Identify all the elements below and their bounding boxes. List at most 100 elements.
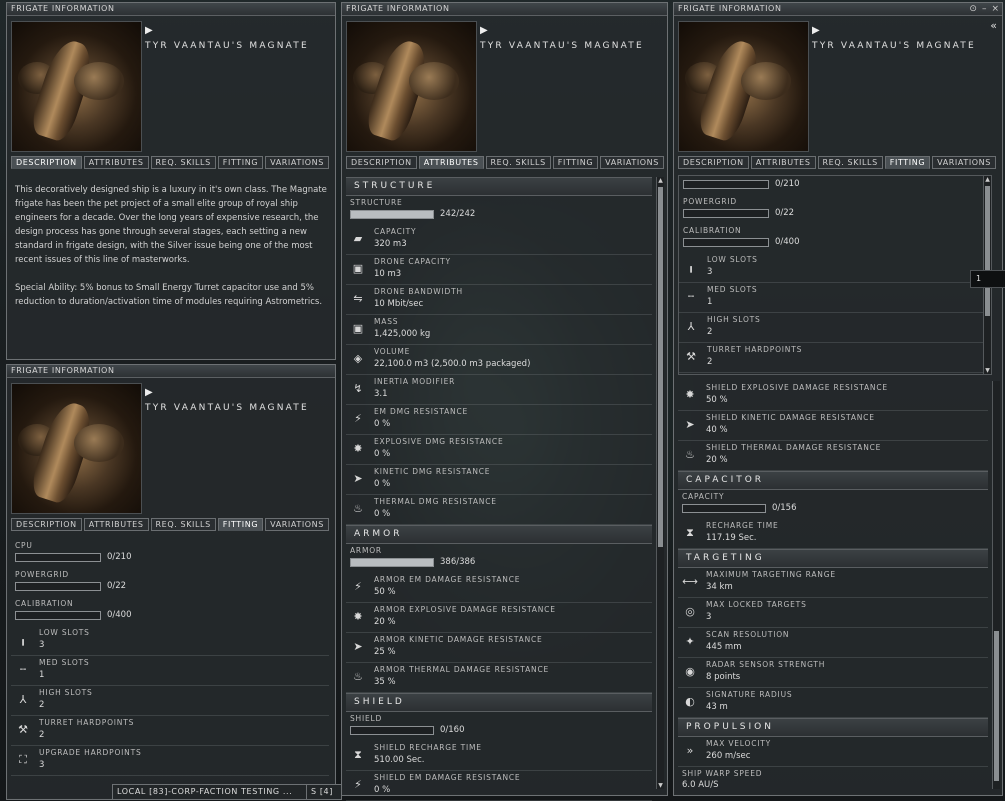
tab-bar: DESCRIPTION ATTRIBUTES REQ. SKILLS FITTI… (11, 518, 329, 531)
attribute-row[interactable]: ➤ KINETIC DMG RESISTANCE 0 % (346, 465, 652, 495)
attribute-row[interactable]: ⧗ SHIELD RECHARGE TIME 510.00 Sec. (346, 741, 652, 771)
attribute-row[interactable]: ✦ SCAN RESOLUTION 445 mm (678, 628, 988, 658)
window-title-bar[interactable]: FRIGATE INFORMATION (674, 3, 1002, 16)
description-paragraph-1: This decoratively designed ship is a lux… (15, 185, 330, 265)
ship-thumbnail[interactable] (678, 21, 809, 152)
tab-description[interactable]: DESCRIPTION (678, 156, 749, 169)
attribute-row[interactable]: ➤ ARMOR KINETIC DAMAGE RESISTANCE 25 % (346, 633, 652, 663)
attribute-row[interactable]: ✸ ARMOR EXPLOSIVE DAMAGE RESISTANCE 20 % (346, 603, 652, 633)
attribute-row[interactable]: ♨ THERMAL DMG RESISTANCE 0 % (346, 495, 652, 525)
options-icon[interactable]: ⊙ (969, 4, 977, 14)
close-icon[interactable]: × (991, 4, 999, 14)
tab-req-skills[interactable]: REQ. SKILLS (485, 156, 551, 169)
scroll-up-icon[interactable]: ▲ (984, 176, 991, 183)
attribute-row[interactable]: ⚡ ARMOR EM DAMAGE RESISTANCE 50 % (346, 573, 652, 603)
tab-description[interactable]: DESCRIPTION (11, 518, 82, 531)
attribute-row[interactable]: ⇋ DRONE BANDWIDTH 10 Mbit/sec (346, 285, 652, 315)
attribute-value: 43 m (706, 702, 728, 712)
tab-variations[interactable]: VARIATIONS (932, 156, 996, 169)
window-title-bar[interactable]: FRIGATE INFORMATION (7, 365, 335, 378)
mass-icon: ▣ (352, 322, 364, 335)
shield-value: 0/160 (440, 725, 465, 735)
tab-variations[interactable]: VARIATIONS (265, 518, 329, 531)
attribute-row[interactable]: ♨ SHIELD THERMAL DAMAGE RESISTANCE 20 % (678, 441, 988, 471)
attribute-label: ARMOR EM DAMAGE RESISTANCE (374, 575, 521, 584)
tab-attributes[interactable]: ATTRIBUTES (418, 156, 484, 169)
attributes-scrollbar[interactable]: ▲ ▼ (656, 177, 664, 789)
cpu-label: CPU (15, 541, 33, 550)
tab-description[interactable]: DESCRIPTION (346, 156, 417, 169)
attribute-row[interactable]: ▰ CAPACITY 320 m3 (346, 225, 652, 255)
scroll-thumb[interactable] (985, 186, 990, 316)
play-icon[interactable]: ▶ (145, 25, 153, 36)
structure-section-header: STRUCTURE (346, 177, 652, 196)
low-slots-row: ╻ LOW SLOTS 3 (679, 253, 991, 283)
tab-fitting[interactable]: FITTING (884, 156, 931, 169)
attribute-row[interactable]: ♨ ARMOR THERMAL DAMAGE RESISTANCE 35 % (346, 663, 652, 693)
tab-description[interactable]: DESCRIPTION (11, 156, 82, 169)
propulsion-section-header: PROPULSION (678, 718, 988, 737)
scroll-down-icon[interactable]: ▼ (657, 782, 664, 789)
attribute-row[interactable]: » MAX VELOCITY 260 m/sec (678, 737, 988, 767)
ship-name: TYR VAANTAU'S MAGNATE (145, 403, 309, 413)
attribute-value: 0 % (374, 449, 391, 459)
armor-section-header: ARMOR (346, 525, 652, 544)
window-title-bar[interactable]: FRIGATE INFORMATION (342, 3, 667, 16)
attribute-row[interactable]: ◎ MAX LOCKED TARGETS 3 (678, 598, 988, 628)
attribute-row[interactable]: ↯ INERTIA MODIFIER 3.1 (346, 375, 652, 405)
explosive-resist-icon: ✸ (685, 388, 695, 401)
tab-req-skills[interactable]: REQ. SKILLS (150, 518, 216, 531)
em-resist-icon: ⚡ (354, 412, 362, 425)
scroll-down-icon[interactable]: ▼ (984, 367, 991, 374)
attribute-row[interactable]: ✸ EXPLOSIVE DMG RESISTANCE 0 % (346, 435, 652, 465)
ship-thumbnail[interactable] (11, 383, 142, 514)
chat-channel-tab-2[interactable]: S [4] (306, 784, 342, 800)
tab-attributes[interactable]: ATTRIBUTES (83, 518, 149, 531)
shield-hp-row: SHIELD 0/160 (346, 712, 652, 741)
attributes-scrollbar[interactable] (992, 381, 1000, 789)
play-icon[interactable]: ▶ (480, 25, 488, 36)
attribute-row[interactable]: ⚡ EM DMG RESISTANCE 0 % (346, 405, 652, 435)
attribute-row[interactable]: ⧗ RECHARGE TIME 117.19 Sec. (678, 519, 988, 549)
attribute-row[interactable]: ▣ MASS 1,425,000 kg (346, 315, 652, 345)
tab-fitting[interactable]: FITTING (217, 156, 264, 169)
attribute-value: 50 % (374, 587, 396, 597)
attribute-row[interactable]: ◐ SIGNATURE RADIUS 43 m (678, 688, 988, 718)
calibration-label: CALIBRATION (15, 599, 74, 608)
scroll-thumb[interactable] (994, 631, 999, 781)
tab-fitting[interactable]: FITTING (552, 156, 599, 169)
powergrid-bar (15, 582, 101, 591)
scroll-up-icon[interactable]: ▲ (657, 177, 664, 184)
tab-variations[interactable]: VARIATIONS (265, 156, 329, 169)
description-paragraph-2: Special Ability: 5% bonus to Small Energ… (15, 283, 323, 307)
play-icon[interactable]: ▶ (145, 387, 153, 398)
drone-capacity-icon: ▣ (352, 262, 364, 275)
kinetic-resist-icon: ➤ (353, 640, 363, 653)
attribute-label: RADAR SENSOR STRENGTH (706, 660, 826, 669)
attribute-row[interactable]: ⚡ SHIELD EM DAMAGE RESISTANCE 0 % (346, 771, 652, 801)
tab-variations[interactable]: VARIATIONS (600, 156, 664, 169)
collapse-icon[interactable]: « (990, 19, 997, 32)
attribute-row[interactable]: ◈ VOLUME 22,100.0 m3 (2,500.0 m3 packaged) (346, 345, 652, 375)
turret-hardpoints-value: 2 (39, 730, 45, 740)
attribute-row[interactable]: ⟷ MAXIMUM TARGETING RANGE 34 km (678, 568, 988, 598)
fitting-list: CPU 0/210 POWERGRID 0/22 CALIBRATION 0/4… (11, 539, 329, 776)
window-title-bar[interactable]: FRIGATE INFORMATION (7, 3, 335, 16)
attribute-row[interactable]: ✸ SHIELD EXPLOSIVE DAMAGE RESISTANCE 50 % (678, 381, 988, 411)
tab-attributes[interactable]: ATTRIBUTES (750, 156, 816, 169)
play-icon[interactable]: ▶ (812, 25, 820, 36)
attribute-row[interactable]: ◉ RADAR SENSOR STRENGTH 8 points (678, 658, 988, 688)
attribute-row[interactable]: ▣ DRONE CAPACITY 10 m3 (346, 255, 652, 285)
scroll-thumb[interactable] (658, 187, 663, 547)
ship-thumbnail[interactable] (346, 21, 477, 152)
minimize-icon[interactable]: – (982, 4, 987, 14)
attribute-row[interactable]: ➤ SHIELD KINETIC DAMAGE RESISTANCE 40 % (678, 411, 988, 441)
med-slots-label: MED SLOTS (707, 285, 758, 294)
tab-fitting[interactable]: FITTING (217, 518, 264, 531)
tab-attributes[interactable]: ATTRIBUTES (83, 156, 149, 169)
tab-req-skills[interactable]: REQ. SKILLS (817, 156, 883, 169)
ship-thumbnail[interactable] (11, 21, 142, 152)
tab-req-skills[interactable]: REQ. SKILLS (150, 156, 216, 169)
chat-channel-tab[interactable]: LOCAL [83]-CORP-FACTION TESTING ... (112, 784, 310, 800)
attribute-label: ARMOR KINETIC DAMAGE RESISTANCE (374, 635, 543, 644)
